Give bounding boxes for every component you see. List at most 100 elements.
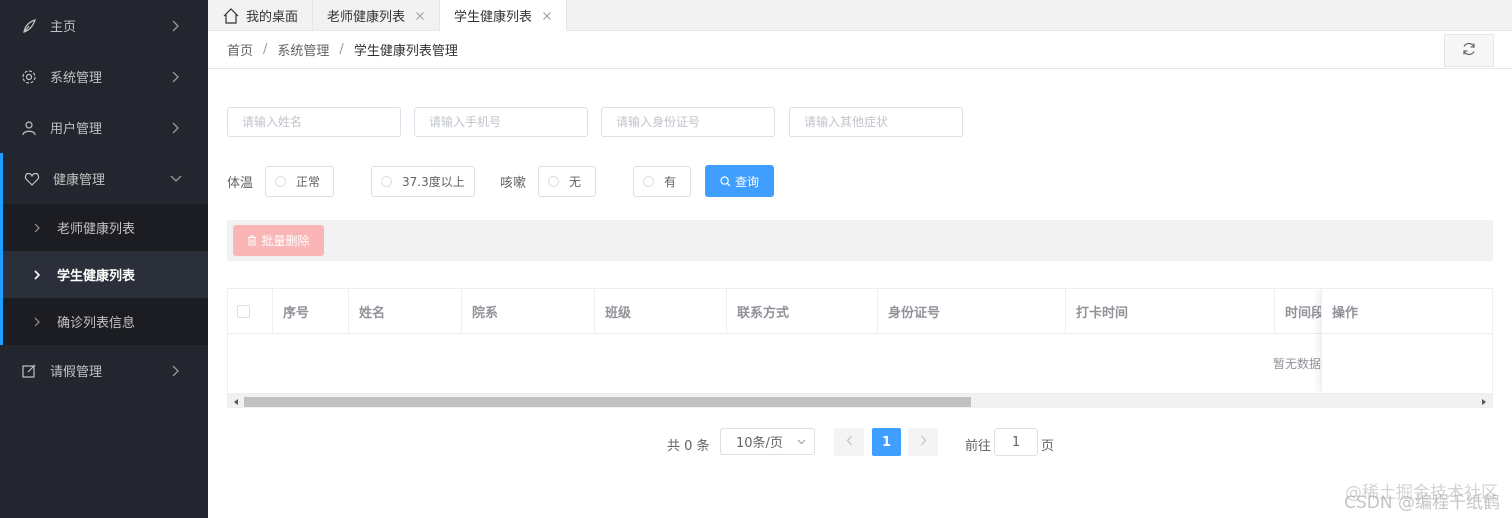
gear-icon — [20, 68, 38, 86]
radio-label: 有 — [664, 175, 677, 189]
sidebar-item-users[interactable]: 用户管理 — [0, 102, 208, 153]
sidebar-subitem-student-health[interactable]: 学生健康列表 — [3, 251, 208, 298]
sidebar-subitem-confirmed-list[interactable]: 确诊列表信息 — [3, 298, 208, 345]
refresh-icon — [1461, 41, 1477, 61]
breadcrumb-home[interactable]: 首页 — [227, 40, 253, 59]
chevron-down-icon — [797, 438, 806, 446]
sidebar-item-home[interactable]: 主页 — [0, 0, 208, 51]
prev-page-button[interactable] — [834, 428, 864, 456]
goto-page-input[interactable] — [994, 428, 1038, 456]
tab-student-health[interactable]: 学生健康列表 — [440, 0, 568, 31]
id-search-input[interactable] — [601, 107, 775, 137]
column-header: 身份证号 — [878, 289, 1066, 334]
refresh-button[interactable] — [1444, 34, 1494, 67]
data-table: 序号 姓名 院系 班级 联系方式 身份证号 打卡时间 时间段 暂无数据 操作 — [227, 288, 1493, 408]
batch-delete-label: 批量删除 — [261, 234, 310, 248]
sidebar-item-label: 用户管理 — [50, 122, 103, 137]
sidebar-item-label: 健康管理 — [53, 173, 106, 188]
sidebar-subitem-label: 学生健康列表 — [57, 269, 136, 284]
sidebar-item-health[interactable]: 健康管理 — [0, 153, 208, 204]
tab-teacher-health[interactable]: 老师健康列表 — [313, 0, 441, 31]
tab-desktop[interactable]: 我的桌面 — [208, 0, 314, 31]
temperature-label: 体温 — [227, 176, 254, 191]
pagination-total: 共 0 条 — [667, 439, 710, 454]
empty-state-text: 暂无数据 — [1273, 357, 1322, 371]
chevron-right-icon — [920, 435, 927, 450]
table-toolbar: 批量删除 — [227, 220, 1493, 261]
horizontal-scrollbar[interactable] — [228, 393, 1492, 407]
cough-no-radio[interactable]: 无 — [538, 166, 596, 197]
tab-bar: 我的桌面 老师健康列表 学生健康列表 — [208, 0, 1512, 31]
sidebar-item-label: 主页 — [50, 20, 77, 35]
scroll-left-icon[interactable] — [232, 397, 240, 407]
radio-circle — [643, 176, 654, 187]
temp-normal-radio[interactable]: 正常 — [265, 166, 334, 197]
tab-label: 学生健康列表 — [454, 10, 533, 25]
breadcrumb-system[interactable]: 系统管理 — [277, 40, 329, 59]
trash-icon — [247, 235, 257, 246]
goto-label: 前往 — [965, 439, 992, 454]
query-label: 查询 — [734, 174, 759, 189]
sidebar-item-label: 系统管理 — [50, 71, 103, 86]
edit-icon — [20, 362, 38, 380]
chevron-right-icon — [170, 71, 182, 83]
chevron-right-icon — [170, 365, 182, 377]
page-number-button[interactable]: 1 — [872, 428, 901, 456]
fixed-actions-column: 操作 — [1321, 289, 1492, 393]
main-content: 体温 正常 37.3度以上 咳嗽 无 有 查询 — [208, 69, 1512, 518]
chevron-left-icon — [846, 435, 853, 450]
scroll-right-icon[interactable] — [1480, 397, 1488, 407]
search-icon — [720, 175, 731, 187]
sidebar-item-label: 请假管理 — [50, 365, 103, 380]
cough-yes-radio[interactable]: 有 — [633, 166, 691, 197]
close-icon[interactable] — [542, 11, 552, 21]
page-suffix-label: 页 — [1041, 439, 1055, 454]
heart-icon — [23, 170, 41, 188]
radio-label: 无 — [569, 175, 582, 189]
column-header: 操作 — [1322, 289, 1492, 334]
breadcrumb: 首页 / 系统管理 / 学生健康列表管理 — [208, 31, 1512, 69]
radio-circle — [381, 176, 392, 187]
select-all-checkbox[interactable] — [237, 305, 250, 318]
chevron-right-icon — [170, 122, 182, 134]
table-header: 序号 姓名 院系 班级 联系方式 身份证号 打卡时间 时间段 — [228, 289, 1492, 334]
radio-circle — [275, 176, 286, 187]
query-button[interactable]: 查询 — [705, 165, 774, 197]
chevron-right-icon — [34, 269, 44, 280]
next-page-button[interactable] — [908, 428, 938, 456]
submenu-health: 健康管理 老师健康列表 学生健康列表 确诊列表信息 — [0, 153, 208, 345]
symptom-search-input[interactable] — [789, 107, 963, 137]
scroll-thumb[interactable] — [244, 397, 971, 407]
column-header: 姓名 — [349, 289, 462, 334]
close-icon[interactable] — [415, 11, 425, 21]
select-all-cell — [228, 289, 273, 334]
radio-label: 正常 — [296, 175, 321, 189]
watermark: @稀土掘金技术社区 CSDN @编程千纸鹤 — [1344, 485, 1500, 512]
batch-delete-button[interactable]: 批量删除 — [233, 225, 324, 256]
tab-label: 老师健康列表 — [327, 10, 406, 25]
page-size-select[interactable]: 10条/页 — [720, 428, 815, 455]
temp-high-radio[interactable]: 37.3度以上 — [371, 166, 475, 197]
leaf-icon — [20, 17, 38, 35]
sidebar-subitem-teacher-health[interactable]: 老师健康列表 — [3, 204, 208, 251]
home-icon — [222, 7, 240, 25]
cough-label: 咳嗽 — [500, 176, 527, 191]
sidebar-item-system[interactable]: 系统管理 — [0, 51, 208, 102]
user-icon — [20, 119, 38, 137]
phone-search-input[interactable] — [414, 107, 588, 137]
chevron-right-icon — [34, 317, 44, 327]
app-root: 主页 系统管理 用户管理 健康管理 老师健康列表 学生健康列表 确诊列表信息 请… — [0, 0, 1512, 518]
watermark-line1: @稀土掘金技术社区 — [1345, 483, 1498, 503]
breadcrumb-separator: / — [339, 42, 344, 57]
chevron-right-icon — [170, 20, 182, 32]
sidebar-item-leave[interactable]: 请假管理 — [0, 345, 208, 396]
sidebar: 主页 系统管理 用户管理 健康管理 老师健康列表 学生健康列表 确诊列表信息 请… — [0, 0, 208, 518]
sidebar-subitem-label: 老师健康列表 — [57, 222, 136, 237]
column-header: 班级 — [595, 289, 727, 334]
sidebar-subitem-label: 确诊列表信息 — [57, 316, 136, 331]
column-header: 联系方式 — [727, 289, 878, 334]
name-search-input[interactable] — [227, 107, 401, 137]
breadcrumb-current: 学生健康列表管理 — [353, 44, 458, 59]
breadcrumb-separator: / — [263, 42, 268, 57]
chevron-right-icon — [34, 223, 44, 233]
